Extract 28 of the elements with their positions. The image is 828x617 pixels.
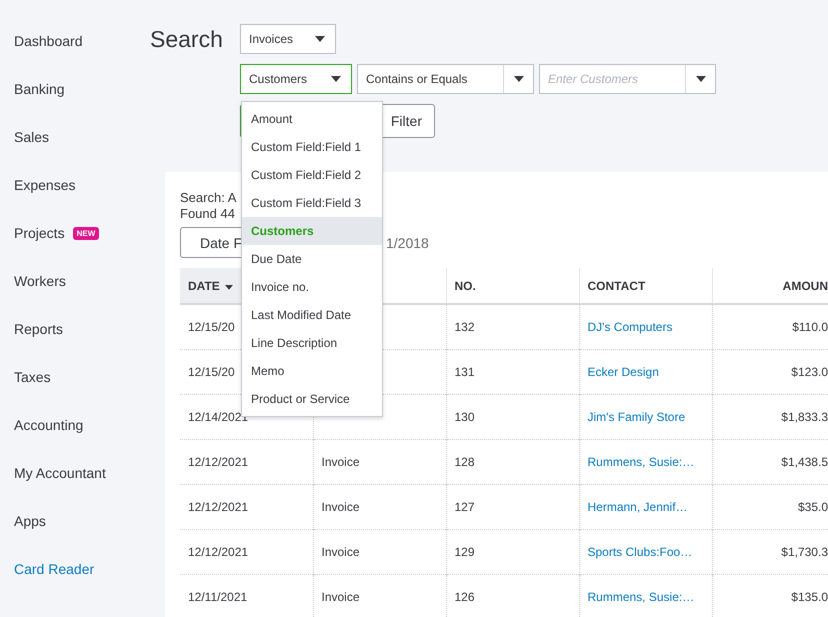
search-summary: Search: A — [180, 190, 236, 206]
found-count: Found 44 — [180, 206, 235, 222]
table-cell: $1,438.5 — [712, 440, 828, 484]
table-cell: $135.0 — [712, 574, 828, 617]
table-cell: 12/12/2021 — [180, 530, 313, 574]
sidebar-item-label: Projects — [14, 225, 65, 241]
table-cell: 130 — [446, 394, 579, 440]
new-badge: NEW — [72, 226, 100, 240]
table-cell: 132 — [446, 304, 579, 350]
table-cell: 128 — [446, 440, 579, 484]
table-cell: 129 — [446, 530, 579, 574]
table-cell: $1,833.3 — [712, 394, 828, 440]
table-cell: 12/12/2021 — [180, 440, 313, 484]
table-cell: Invoice — [313, 484, 446, 530]
table-cell: $35.0 — [712, 484, 828, 530]
date-range-text: 1/2018 — [386, 234, 429, 250]
table-cell: Invoice — [313, 440, 446, 484]
table-cell: 126 — [446, 574, 579, 617]
table-cell: Invoice — [313, 574, 446, 617]
table-cell: 127 — [446, 484, 579, 530]
table-cell: $1,730.3 — [712, 530, 828, 574]
table-cell: 12/12/2021 — [180, 484, 313, 530]
table-cell: 131 — [446, 350, 579, 394]
table-cell: 12/11/2021 — [180, 574, 313, 617]
table-cell: $123.0 — [712, 350, 828, 394]
page-title: Search — [150, 26, 224, 53]
table-cell: Invoice — [313, 530, 446, 574]
table-cell: $110.0 — [712, 304, 828, 350]
